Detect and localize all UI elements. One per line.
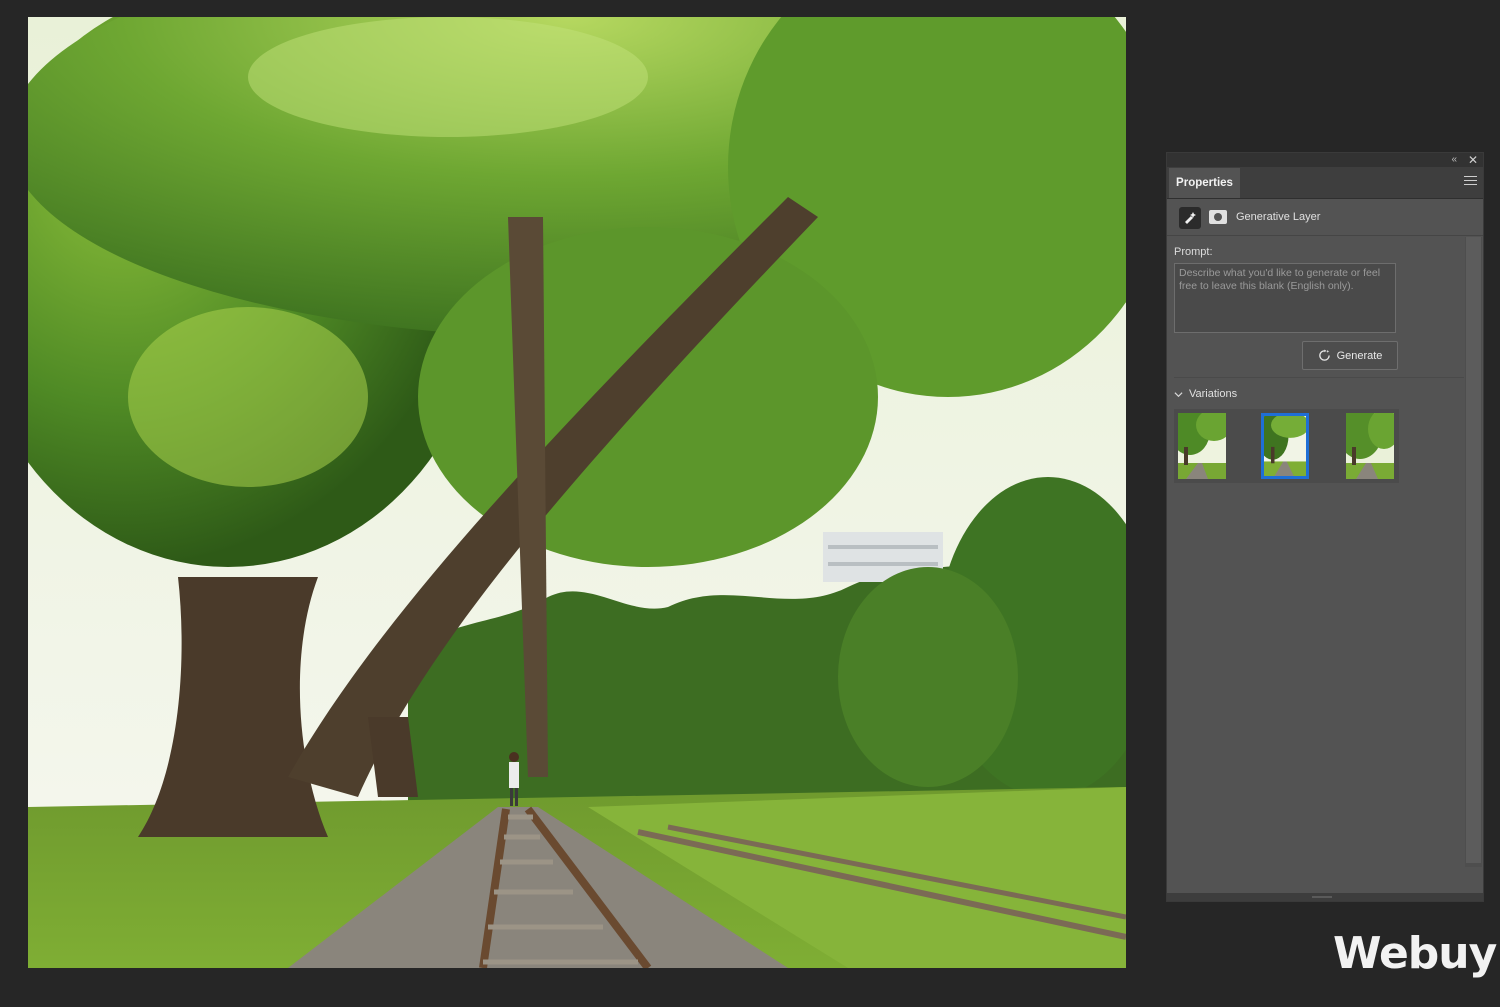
- variation-thumbnail-3[interactable]: [1346, 413, 1394, 479]
- close-icon[interactable]: ✕: [1468, 153, 1478, 167]
- layer-info-row: Generative Layer: [1167, 199, 1483, 236]
- generate-button-label: Generate: [1336, 349, 1383, 362]
- document-image-canvas[interactable]: [28, 17, 1126, 968]
- panel-menu-icon[interactable]: [1464, 176, 1477, 188]
- railway-park-photo: [28, 17, 1126, 968]
- variation-thumbnail-1[interactable]: [1178, 413, 1226, 479]
- properties-panel: « ✕ Properties Generative Layer Prompt:: [1166, 152, 1484, 902]
- generate-button[interactable]: Generate: [1302, 341, 1398, 370]
- watermark-logo: Webuy: [1333, 928, 1497, 979]
- variations-label: Variations: [1189, 388, 1238, 400]
- panel-title-bar: « ✕: [1167, 153, 1483, 167]
- section-divider: [1174, 377, 1464, 378]
- variations-thumbnails: [1174, 409, 1399, 483]
- collapse-panel-icon[interactable]: «: [1451, 153, 1457, 167]
- variation-thumbnail-2[interactable]: [1261, 413, 1309, 479]
- prompt-input[interactable]: [1174, 263, 1396, 333]
- generate-refresh-icon: [1318, 349, 1330, 361]
- generative-layer-icon: [1179, 207, 1201, 229]
- panel-scrollbar-thumb[interactable]: [1466, 237, 1481, 863]
- variations-section-toggle[interactable]: Variations: [1174, 388, 1237, 400]
- layer-mask-icon: [1209, 210, 1227, 224]
- tab-properties[interactable]: Properties: [1169, 168, 1240, 198]
- panel-tab-bar: Properties: [1167, 167, 1483, 199]
- panel-resize-handle[interactable]: [1167, 893, 1483, 901]
- prompt-label: Prompt:: [1174, 246, 1213, 258]
- chevron-down-icon: [1174, 391, 1183, 397]
- document-workspace: « ✕ Properties Generative Layer Prompt:: [0, 0, 1500, 1007]
- layer-name: Generative Layer: [1236, 211, 1321, 223]
